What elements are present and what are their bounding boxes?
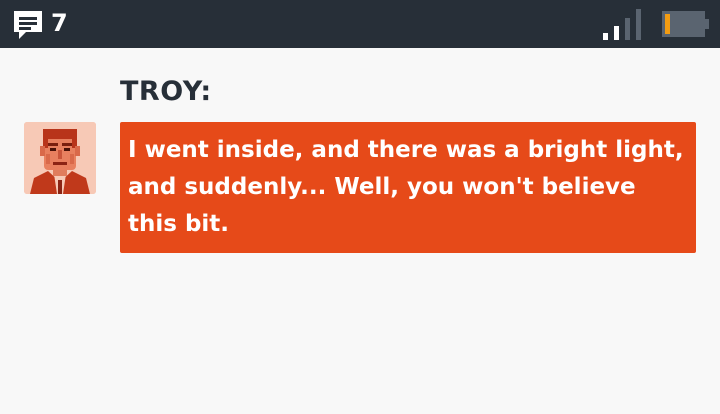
troy-portrait-icon [24, 122, 96, 194]
message-count: 7 [51, 9, 68, 37]
signal-strength-icon [603, 9, 641, 40]
chat-bubble-icon[interactable] [11, 8, 45, 42]
dialog-text-box[interactable]: I went inside, and there was a bright li… [120, 122, 696, 253]
speaker-name: TROY: [120, 76, 212, 107]
battery-low-icon [662, 11, 709, 37]
status-bar: 7 [0, 0, 720, 48]
dialog-text: I went inside, and there was a bright li… [128, 137, 684, 237]
